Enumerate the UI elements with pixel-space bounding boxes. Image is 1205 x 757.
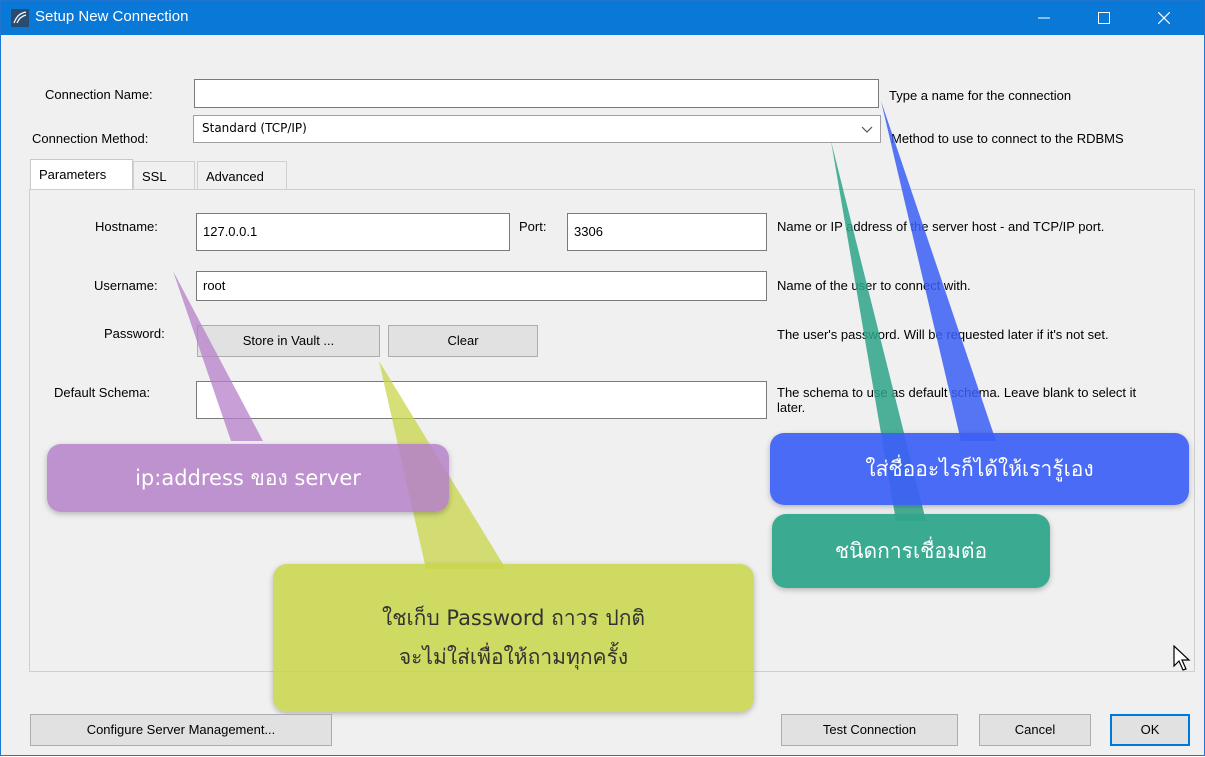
hostname-input[interactable]: 127.0.0.1 bbox=[196, 213, 510, 251]
username-label: Username: bbox=[94, 278, 158, 293]
maximize-button[interactable] bbox=[1081, 1, 1127, 35]
mouse-cursor-icon bbox=[1173, 645, 1191, 671]
mysql-workbench-icon bbox=[11, 9, 29, 27]
ok-button[interactable]: OK bbox=[1110, 714, 1190, 746]
connection-method-callout: ชนิดการเชื่อมต่อ bbox=[772, 514, 1050, 588]
configure-server-management-button[interactable]: Configure Server Management... bbox=[30, 714, 332, 746]
connection-name-callout: ใส่ชื่ออะไรก็ได้ให้เรารู้เอง bbox=[770, 433, 1189, 505]
default-schema-label: Default Schema: bbox=[54, 385, 151, 400]
default-schema-input[interactable] bbox=[196, 381, 767, 419]
window-title: Setup New Connection bbox=[35, 8, 189, 25]
minimize-icon bbox=[1038, 17, 1050, 19]
connection-name-callout-text: ใส่ชื่ออะไรก็ได้ให้เรารู้เอง bbox=[865, 456, 1094, 481]
ip-address-callout-text: ip:address ของ server bbox=[135, 465, 361, 490]
password-label: Password: bbox=[104, 326, 165, 341]
connection-name-input[interactable] bbox=[194, 79, 879, 108]
connection-method-hint: Method to use to connect to the RDBMS bbox=[891, 131, 1124, 146]
port-input[interactable]: 3306 bbox=[567, 213, 767, 251]
setup-connection-dialog: Setup New Connection Connection Name: Ty… bbox=[0, 0, 1205, 756]
hostname-hint: Name or IP address of the server host - … bbox=[777, 219, 1105, 234]
hostname-label: Hostname: bbox=[95, 219, 158, 234]
clear-password-button[interactable]: Clear bbox=[388, 325, 538, 357]
username-hint: Name of the user to connect with. bbox=[777, 278, 971, 293]
tab-advanced[interactable]: Advanced bbox=[197, 161, 287, 189]
password-callout: ใชเก็บ Password ถาวร ปกติ จะไม่ใส่เพื่อใ… bbox=[273, 564, 754, 712]
maximize-icon bbox=[1098, 12, 1110, 24]
connection-name-label: Connection Name: bbox=[45, 87, 153, 102]
store-in-vault-button[interactable]: Store in Vault ... bbox=[197, 325, 380, 357]
test-connection-button[interactable]: Test Connection bbox=[781, 714, 958, 746]
tab-ssl[interactable]: SSL bbox=[133, 161, 195, 189]
connection-method-label: Connection Method: bbox=[32, 131, 149, 146]
username-input[interactable]: root bbox=[196, 271, 767, 301]
close-button[interactable] bbox=[1141, 1, 1187, 35]
password-hint: The user's password. Will be requested l… bbox=[777, 327, 1109, 342]
tab-parameters[interactable]: Parameters bbox=[30, 159, 133, 190]
connection-method-select[interactable]: Standard (TCP/IP) bbox=[193, 115, 881, 143]
password-callout-line1: ใชเก็บ Password ถาวร ปกติ bbox=[381, 606, 646, 630]
cancel-button[interactable]: Cancel bbox=[979, 714, 1091, 746]
password-callout-line2: จะไม่ใส่เพื่อให้ถามทุกครั้ง bbox=[398, 645, 629, 669]
close-icon bbox=[1158, 12, 1170, 24]
title-bar[interactable]: Setup New Connection bbox=[1, 1, 1204, 35]
connection-method-callout-text: ชนิดการเชื่อมต่อ bbox=[834, 538, 988, 563]
chevron-down-icon bbox=[861, 126, 873, 133]
minimize-button[interactable] bbox=[1021, 1, 1067, 35]
connection-method-value: Standard (TCP/IP) bbox=[202, 121, 307, 135]
default-schema-hint: The schema to use as default schema. Lea… bbox=[777, 385, 1137, 415]
ip-address-callout: ip:address ของ server bbox=[47, 444, 449, 512]
connection-name-hint: Type a name for the connection bbox=[889, 88, 1072, 103]
port-label: Port: bbox=[519, 219, 547, 234]
